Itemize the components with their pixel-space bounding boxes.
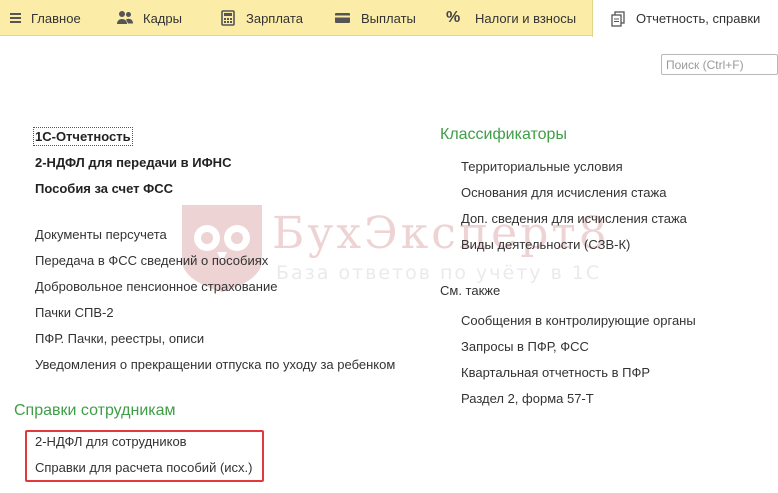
hamburger-icon <box>8 9 22 27</box>
link-section2-57t[interactable]: Раздел 2, форма 57-Т <box>461 391 594 406</box>
link-messages-authorities[interactable]: Сообщения в контролирующие органы <box>461 313 696 328</box>
link-pfr-packs[interactable]: ПФР. Пачки, реестры, описи <box>35 331 204 346</box>
tab-label: Отчетность, справки <box>636 11 761 26</box>
link-2ndfl-ifns[interactable]: 2-НДФЛ для передачи в ИФНС <box>35 155 231 170</box>
link-fss-benefits-transfer[interactable]: Передача в ФСС сведений о пособиях <box>35 253 268 268</box>
link-activity-types[interactable]: Виды деятельности (СЗВ-К) <box>461 237 630 252</box>
watermark-tagline: База ответов по учёту в 1С <box>276 262 602 284</box>
link-leave-termination-notices[interactable]: Уведомления о прекращении отпуска по ухо… <box>35 357 395 372</box>
link-1c-reporting[interactable]: 1С-Отчетность <box>33 127 133 146</box>
calculator-icon <box>219 9 237 27</box>
documents-icon <box>609 10 627 28</box>
group-title-employee-certs: Справки сотрудникам <box>14 402 176 419</box>
wallet-icon <box>334 9 352 27</box>
tab-label: Кадры <box>143 10 182 26</box>
tab-salary[interactable]: Зарплата <box>219 0 303 36</box>
tab-label: Налоги и взносы <box>475 10 577 26</box>
link-fss-benefits[interactable]: Пособия за счет ФСС <box>35 181 173 196</box>
link-personal-records[interactable]: Документы персучета <box>35 227 167 242</box>
section-menu-bar: Главное Кадры Зарплата Выплаты % Налоги … <box>0 0 778 37</box>
highlight-frame <box>25 430 264 482</box>
tab-reports[interactable]: Отчетность, справки <box>592 0 778 37</box>
link-territorial-conditions[interactable]: Территориальные условия <box>461 159 623 174</box>
tab-main[interactable]: Главное <box>8 0 81 36</box>
tab-payments[interactable]: Выплаты <box>334 0 416 36</box>
group-title-classifiers: Классификаторы <box>440 126 567 143</box>
group-title-see-also: См. также <box>440 283 501 298</box>
tab-label: Главное <box>31 10 81 26</box>
link-voluntary-pension[interactable]: Добровольное пенсионное страхование <box>35 279 277 294</box>
link-seniority-grounds[interactable]: Основания для исчисления стажа <box>461 185 666 200</box>
people-icon <box>116 9 134 27</box>
link-seniority-extra[interactable]: Доп. сведения для исчисления стажа <box>461 211 687 226</box>
percent-icon: % <box>446 9 461 26</box>
link-quarterly-pfr[interactable]: Квартальная отчетность в ПФР <box>461 365 650 380</box>
tab-personnel[interactable]: Кадры <box>116 0 182 36</box>
tab-label: Зарплата <box>246 10 303 26</box>
link-spv2-packs[interactable]: Пачки СПВ-2 <box>35 305 114 320</box>
link-pfr-fss-requests[interactable]: Запросы в ПФР, ФСС <box>461 339 589 354</box>
search-input[interactable] <box>661 54 778 75</box>
tab-label: Выплаты <box>361 10 416 26</box>
tab-taxes[interactable]: % Налоги и взносы <box>446 0 576 36</box>
